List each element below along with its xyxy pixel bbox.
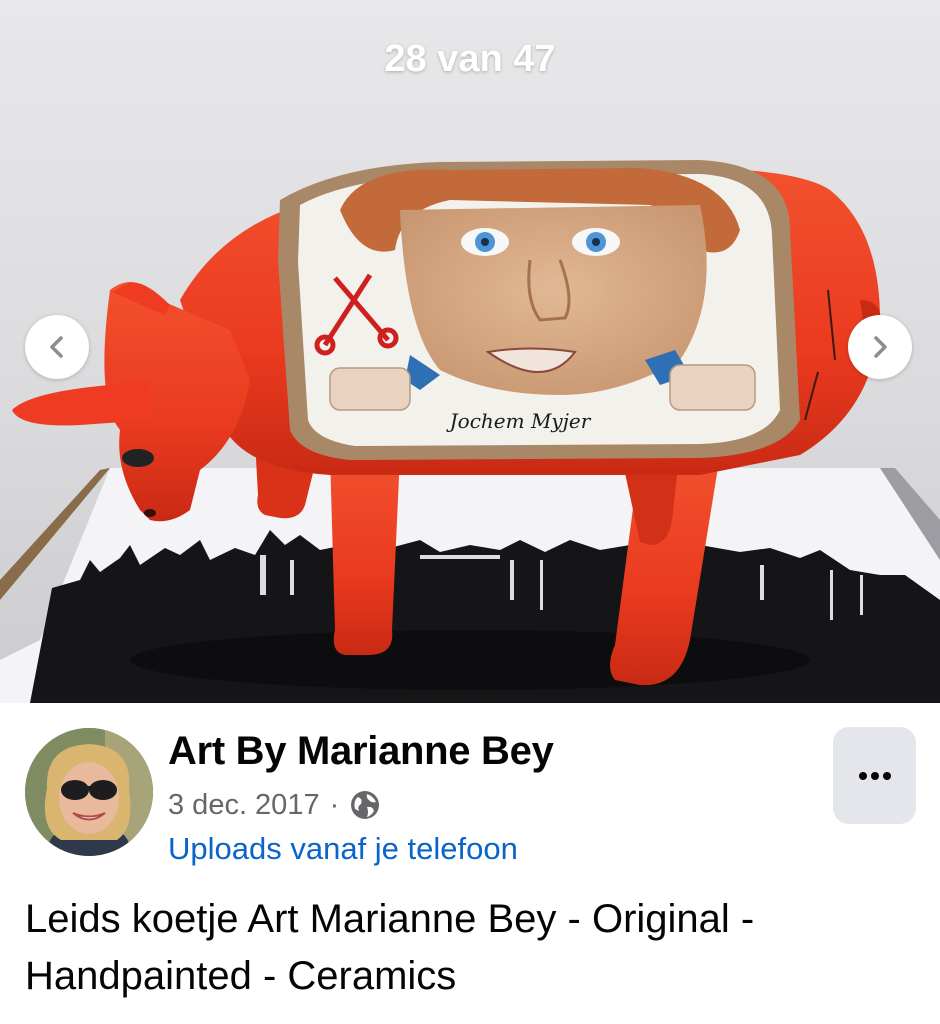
author-avatar[interactable] bbox=[25, 728, 153, 856]
author-name[interactable]: Art By Marianne Bey bbox=[168, 729, 554, 774]
photo-viewer: Jochem Myjer 28 van 47 bbox=[0, 0, 940, 703]
next-photo-button[interactable] bbox=[848, 315, 912, 379]
post-date[interactable]: 3 dec. 2017 bbox=[168, 789, 320, 822]
post-photo: Jochem Myjer bbox=[0, 0, 940, 703]
chevron-right-icon bbox=[874, 336, 887, 358]
avatar-image bbox=[25, 728, 153, 856]
post-details: Art By Marianne Bey 3 dec. 2017 · Upload… bbox=[0, 703, 940, 1024]
previous-photo-button[interactable] bbox=[25, 315, 89, 379]
photo-signature: Jochem Myjer bbox=[446, 409, 592, 433]
more-options-button[interactable] bbox=[833, 727, 916, 824]
chevron-left-icon bbox=[50, 336, 63, 358]
photo-counter: 28 van 47 bbox=[384, 38, 556, 80]
post-caption: Leids koetje Art Marianne Bey - Original… bbox=[25, 897, 755, 998]
album-link[interactable]: Uploads vanaf je telefoon bbox=[168, 831, 518, 867]
post-meta: 3 dec. 2017 · bbox=[168, 787, 381, 823]
meta-separator: · bbox=[329, 788, 340, 821]
globe-icon[interactable] bbox=[349, 789, 381, 821]
more-horizontal-icon bbox=[858, 771, 891, 780]
